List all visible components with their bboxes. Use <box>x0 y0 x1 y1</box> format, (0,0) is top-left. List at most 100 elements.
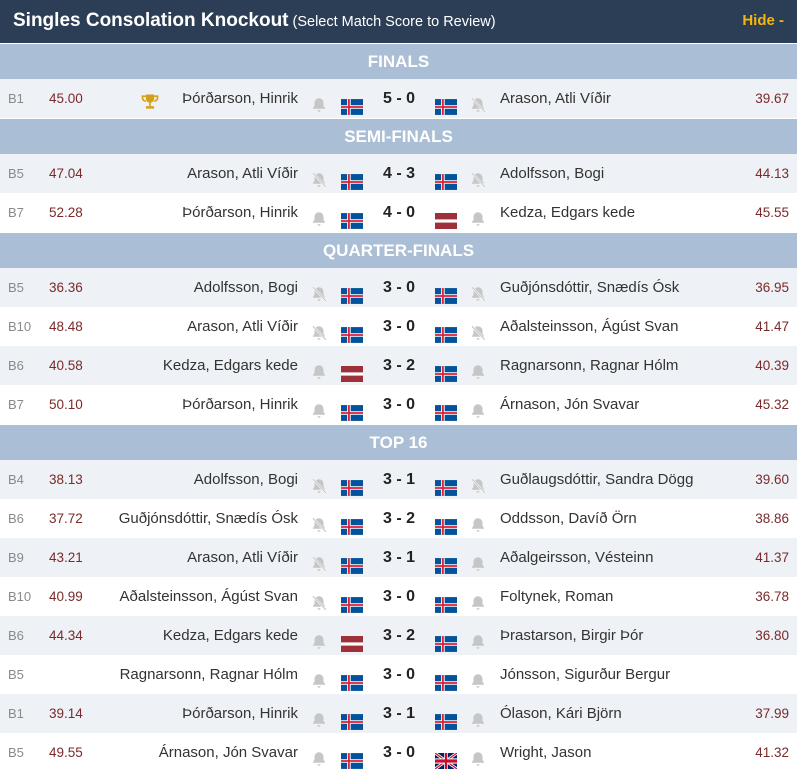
player1-name[interactable]: Adolfsson, Bogi <box>194 268 298 307</box>
latvia-flag-icon <box>341 628 363 652</box>
bell-icon[interactable] <box>469 204 487 226</box>
bell-icon[interactable] <box>469 627 487 649</box>
bell-icon[interactable] <box>310 204 328 226</box>
player1-name[interactable]: Guðjónsdóttir, Snædís Ósk <box>119 499 298 538</box>
match-score[interactable]: 3 - 2 <box>366 616 432 655</box>
match-score[interactable]: 3 - 2 <box>366 499 432 538</box>
bell-icon[interactable] <box>469 357 487 379</box>
match-score[interactable]: 3 - 0 <box>366 577 432 616</box>
match-row: B9 43.21 Arason, Atli Víðir 3 - 1 Aðalgeirss… <box>0 538 797 577</box>
bell-icon[interactable] <box>469 396 487 418</box>
bell-off-icon[interactable] <box>469 279 487 302</box>
bell-off-icon[interactable] <box>310 549 328 572</box>
player1-name[interactable]: Kedza, Edgars kede <box>163 616 298 655</box>
match-score[interactable]: 3 - 0 <box>366 385 432 424</box>
player2-average: 41.32 <box>755 745 789 760</box>
iceland-flag-icon <box>435 667 457 691</box>
bell-off-icon[interactable] <box>469 90 487 113</box>
match-score[interactable]: 3 - 0 <box>366 268 432 307</box>
match-score[interactable]: 3 - 0 <box>366 307 432 346</box>
match-score[interactable]: 3 - 0 <box>366 655 432 694</box>
player1-name[interactable]: Þórðarson, Hinrik <box>182 694 298 733</box>
bell-off-icon[interactable] <box>310 318 328 341</box>
player2-name[interactable]: Guðjónsdóttir, Snædís Ósk <box>500 268 679 307</box>
player2-name[interactable]: Adolfsson, Bogi <box>500 154 604 193</box>
board-label: B7 <box>8 397 24 412</box>
iceland-flag-icon <box>435 628 457 652</box>
bell-off-icon[interactable] <box>469 318 487 341</box>
player1-name[interactable]: Aðalsteinsson, Ágúst Svan <box>120 577 298 616</box>
iceland-flag-icon <box>341 472 363 496</box>
bell-icon[interactable] <box>469 705 487 727</box>
round-header: TOP 16 <box>0 424 797 460</box>
iceland-flag-icon <box>435 550 457 574</box>
player1-name[interactable]: Arason, Atli Víðir <box>187 154 298 193</box>
player1-name[interactable]: Ragnarsonn, Ragnar Hólm <box>120 655 298 694</box>
match-score[interactable]: 3 - 0 <box>366 733 432 772</box>
bell-icon[interactable] <box>310 666 328 688</box>
bell-icon[interactable] <box>310 396 328 418</box>
trophy-icon <box>140 88 160 109</box>
bell-icon[interactable] <box>469 510 487 532</box>
iceland-flag-icon <box>341 397 363 421</box>
bell-icon[interactable] <box>469 666 487 688</box>
match-score[interactable]: 3 - 2 <box>366 346 432 385</box>
player1-name[interactable]: Arason, Atli Víðir <box>187 538 298 577</box>
player2-name[interactable]: Arason, Atli Víðir <box>500 79 611 118</box>
player2-average: 40.39 <box>755 358 789 373</box>
bell-icon[interactable] <box>310 90 328 112</box>
player1-average: 43.21 <box>49 550 83 565</box>
player1-average: 50.10 <box>49 397 83 412</box>
match-row: B4 38.13 Adolfsson, Bogi 3 - 1 Guðlaugsdótti… <box>0 460 797 499</box>
player2-name[interactable]: Oddsson, Davíð Örn <box>500 499 637 538</box>
player1-name[interactable]: Árnason, Jón Svavar <box>159 733 298 772</box>
player2-name[interactable]: Jónsson, Sigurður Bergur <box>500 655 670 694</box>
iceland-flag-icon <box>435 472 457 496</box>
player2-name[interactable]: Wright, Jason <box>500 733 591 772</box>
bell-off-icon[interactable] <box>310 471 328 494</box>
player1-average: 49.55 <box>49 745 83 760</box>
player2-name[interactable]: Guðlaugsdóttir, Sandra Dögg <box>500 460 693 499</box>
bell-icon[interactable] <box>469 744 487 766</box>
bell-icon[interactable] <box>310 705 328 727</box>
player1-name[interactable]: Kedza, Edgars kede <box>163 346 298 385</box>
bell-icon[interactable] <box>310 744 328 766</box>
player1-name[interactable]: Þórðarson, Hinrik <box>182 79 298 118</box>
match-score[interactable]: 3 - 1 <box>366 460 432 499</box>
bell-off-icon[interactable] <box>310 510 328 533</box>
player2-name[interactable]: Ólason, Kári Björn <box>500 694 622 733</box>
player2-name[interactable]: Aðalsteinsson, Ágúst Svan <box>500 307 678 346</box>
bell-off-icon[interactable] <box>310 279 328 302</box>
player1-name[interactable]: Þórðarson, Hinrik <box>182 385 298 424</box>
match-score[interactable]: 5 - 0 <box>366 79 432 118</box>
bell-icon[interactable] <box>310 357 328 379</box>
page-title: Singles Consolation Knockout (Select Matc… <box>13 10 496 32</box>
board-label: B4 <box>8 472 24 487</box>
match-score[interactable]: 4 - 0 <box>366 193 432 232</box>
iceland-flag-icon <box>341 745 363 769</box>
match-score[interactable]: 4 - 3 <box>366 154 432 193</box>
match-score[interactable]: 3 - 1 <box>366 694 432 733</box>
player2-name[interactable]: Aðalgeirsson, Vésteinn <box>500 538 653 577</box>
bell-off-icon[interactable] <box>310 165 328 188</box>
latvia-flag-icon <box>435 205 457 229</box>
bell-icon[interactable] <box>469 588 487 610</box>
player2-average: 44.13 <box>755 166 789 181</box>
player2-name[interactable]: Þrastarson, Birgir Þór <box>500 616 643 655</box>
player2-name[interactable]: Árnason, Jón Svavar <box>500 385 639 424</box>
player2-name[interactable]: Kedza, Edgars kede <box>500 193 635 232</box>
player1-name[interactable]: Þórðarson, Hinrik <box>182 193 298 232</box>
bell-off-icon[interactable] <box>469 471 487 494</box>
match-score[interactable]: 3 - 1 <box>366 538 432 577</box>
bell-icon[interactable] <box>469 549 487 571</box>
bell-off-icon[interactable] <box>310 588 328 611</box>
player1-name[interactable]: Adolfsson, Bogi <box>194 460 298 499</box>
bell-icon[interactable] <box>310 627 328 649</box>
player2-average: 39.60 <box>755 472 789 487</box>
bell-off-icon[interactable] <box>469 165 487 188</box>
player2-name[interactable]: Ragnarsonn, Ragnar Hólm <box>500 346 678 385</box>
iceland-flag-icon <box>435 166 457 190</box>
hide-button[interactable]: Hide - <box>742 12 784 29</box>
player2-name[interactable]: Foltynek, Roman <box>500 577 613 616</box>
player1-name[interactable]: Arason, Atli Víðir <box>187 307 298 346</box>
